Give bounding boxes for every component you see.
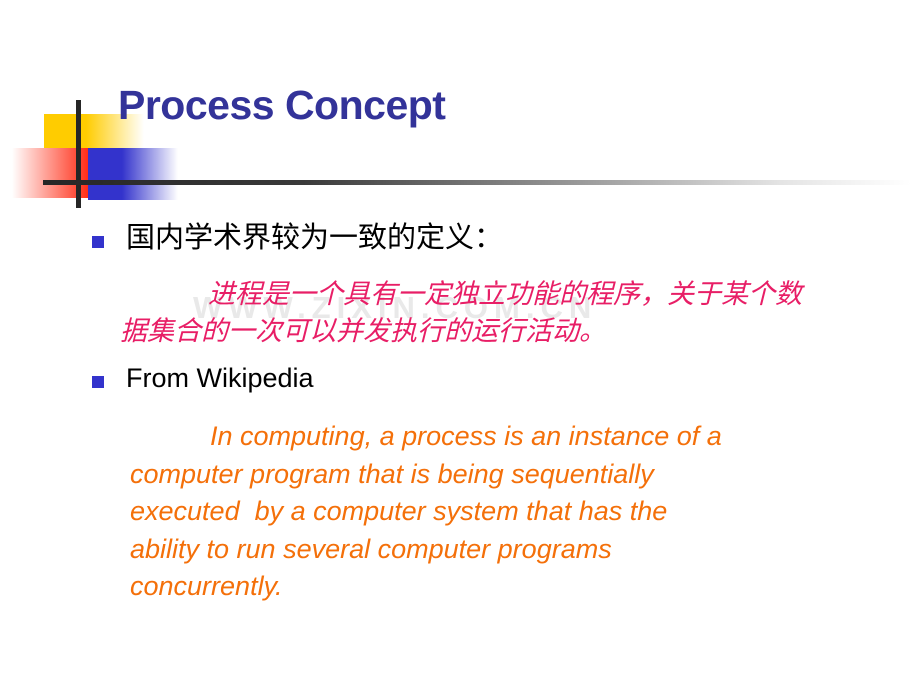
square-bullet-icon xyxy=(92,376,104,388)
bullet-label-from-wikipedia: From Wikipedia xyxy=(126,363,314,393)
quote-english-line-4: ability to run several computer programs xyxy=(130,533,612,564)
bullet-label-chinese-definition: 国内学术界较为一致的定义： xyxy=(126,220,504,254)
quote-english-line-5: concurrently. xyxy=(130,571,283,601)
quote-english: In computing, a process is an instance o… xyxy=(130,418,820,606)
quote-chinese: 进程是一个具有一定独立功能的程序，关于某个数据集合的一次可以并发执行的运行活动。 xyxy=(120,276,820,350)
square-bullet-icon xyxy=(92,236,104,248)
decoration-blue-gradient xyxy=(122,148,178,200)
decoration-horizontal-rule xyxy=(43,180,911,185)
quote-english-line-3: executed by a computer system that has t… xyxy=(130,496,668,526)
decoration-blue-square xyxy=(88,148,122,200)
bullet-item-chinese-definition: 国内学术界较为一致的定义： xyxy=(92,220,504,254)
quote-chinese-line-1: 进程是一个具有一定独立功能的程序，关于 xyxy=(208,279,721,310)
bullet-item-from-wikipedia: From Wikipedia xyxy=(92,363,314,394)
page-title: Process Concept xyxy=(118,82,446,128)
quote-english-line-2: computer program that is being sequentia… xyxy=(130,458,654,489)
quote-english-line-1: In computing, a process is an instance o… xyxy=(210,421,722,451)
slide-canvas: Process Concept 国内学术界较为一致的定义： WWW.ZIXIN.… xyxy=(0,0,920,690)
decoration-vertical-rule xyxy=(76,100,81,208)
